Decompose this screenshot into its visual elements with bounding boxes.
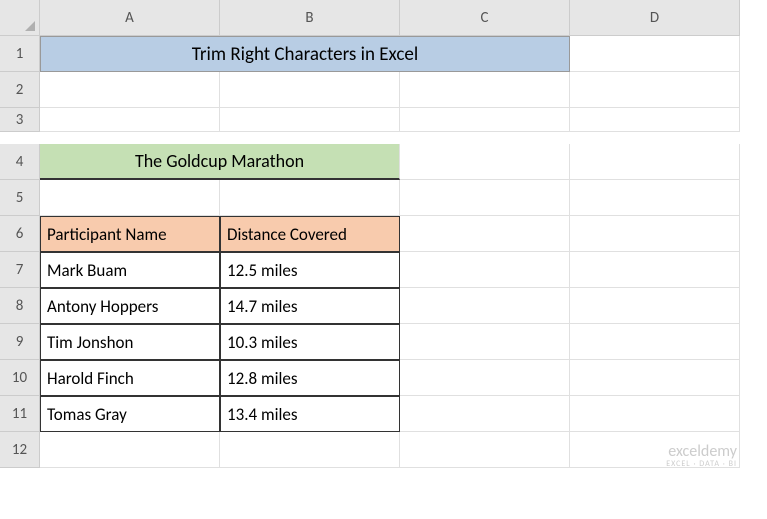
cell-c11[interactable] [400, 396, 570, 432]
row-header-8[interactable]: 8 [0, 288, 40, 324]
title-cell[interactable]: Trim Right Characters in Excel [40, 36, 570, 72]
cell-c7[interactable] [400, 252, 570, 288]
cell-c2[interactable] [400, 72, 570, 108]
table-row[interactable]: Antony Hoppers [40, 288, 220, 324]
table-row[interactable]: Tim Jonshon [40, 324, 220, 360]
row-header-10[interactable]: 10 [0, 360, 40, 396]
cell-c12[interactable] [400, 432, 570, 468]
select-all-corner[interactable] [0, 0, 40, 36]
table-row[interactable]: 12.5 miles [220, 252, 400, 288]
table-row[interactable]: Tomas Gray [40, 396, 220, 432]
row-header-3[interactable]: 3 [0, 108, 40, 132]
cell-c6[interactable] [400, 216, 570, 252]
cell-c8[interactable] [400, 288, 570, 324]
row-header-2[interactable]: 2 [0, 72, 40, 108]
table-row[interactable]: 10.3 miles [220, 324, 400, 360]
row-header-9[interactable]: 9 [0, 324, 40, 360]
cell-b3[interactable] [220, 108, 400, 132]
cell-a2[interactable] [40, 72, 220, 108]
col-header-d[interactable]: D [570, 0, 740, 36]
cell-d3[interactable] [570, 108, 740, 132]
cell-c5[interactable] [400, 180, 570, 216]
cell-c10[interactable] [400, 360, 570, 396]
cell-a12[interactable] [40, 432, 220, 468]
table-row[interactable]: 12.8 miles [220, 360, 400, 396]
cell-d8[interactable] [570, 288, 740, 324]
cell-d10[interactable] [570, 360, 740, 396]
cell-d7[interactable] [570, 252, 740, 288]
col-header-b[interactable]: B [220, 0, 400, 36]
subtitle-cell[interactable]: The Goldcup Marathon [40, 144, 400, 180]
cell-d1[interactable] [570, 36, 740, 72]
header-participant-name[interactable]: Participant Name [40, 216, 220, 252]
cell-d6[interactable] [570, 216, 740, 252]
table-row[interactable]: Mark Buam [40, 252, 220, 288]
cell-d4[interactable] [570, 144, 740, 180]
row-header-4[interactable]: 4 [0, 144, 40, 180]
table-row[interactable]: 13.4 miles [220, 396, 400, 432]
cell-d11[interactable] [570, 396, 740, 432]
spreadsheet-grid: A B C D 1 Trim Right Characters in Excel… [0, 0, 767, 468]
row-header-5[interactable]: 5 [0, 180, 40, 216]
cell-d2[interactable] [570, 72, 740, 108]
cell-b2[interactable] [220, 72, 400, 108]
cell-c4[interactable] [400, 144, 570, 180]
cell-c3[interactable] [400, 108, 570, 132]
col-header-c[interactable]: C [400, 0, 570, 36]
cell-a5[interactable] [40, 180, 220, 216]
table-row[interactable]: Harold Finch [40, 360, 220, 396]
cell-d9[interactable] [570, 324, 740, 360]
cell-b12[interactable] [220, 432, 400, 468]
row-header-12[interactable]: 12 [0, 432, 40, 468]
row-header-7[interactable]: 7 [0, 252, 40, 288]
row-header-11[interactable]: 11 [0, 396, 40, 432]
header-distance-covered[interactable]: Distance Covered [220, 216, 400, 252]
table-row[interactable]: 14.7 miles [220, 288, 400, 324]
cell-c9[interactable] [400, 324, 570, 360]
cell-d12[interactable] [570, 432, 740, 468]
col-header-a[interactable]: A [40, 0, 220, 36]
row-header-6[interactable]: 6 [0, 216, 40, 252]
row-header-1[interactable]: 1 [0, 36, 40, 72]
cell-b5[interactable] [220, 180, 400, 216]
cell-d5[interactable] [570, 180, 740, 216]
cell-a3[interactable] [40, 108, 220, 132]
